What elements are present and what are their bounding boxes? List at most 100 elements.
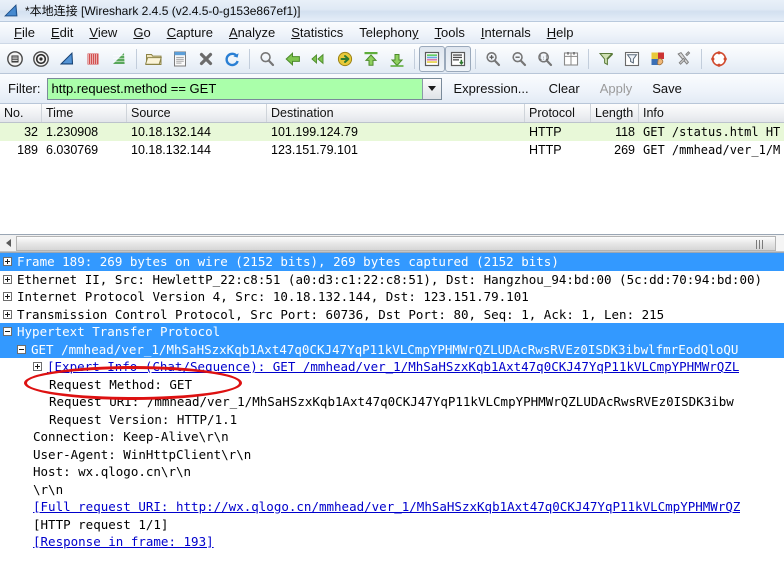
clear-filter-button[interactable]: Clear — [541, 78, 588, 99]
tree-row-frame[interactable]: Frame 189: 269 bytes on wire (2152 bits)… — [0, 253, 784, 271]
expand-toggle-icon[interactable] — [3, 274, 12, 284]
tree-row-label: [HTTP request 1/1] — [33, 516, 169, 532]
menu-view[interactable]: View — [81, 24, 125, 41]
save-filter-button[interactable]: Save — [644, 78, 690, 99]
toolbar-separator — [588, 48, 589, 69]
go-back-icon[interactable] — [280, 46, 306, 72]
go-forward-icon[interactable] — [306, 46, 332, 72]
toolbar-separator — [475, 48, 476, 69]
table-row[interactable]: 189 6.030769 10.18.132.144 123.151.79.10… — [0, 141, 784, 159]
expand-toggle-icon[interactable] — [3, 257, 12, 267]
menu-help-rest: elp — [556, 25, 574, 40]
tree-row-host-header[interactable]: Host: wx.qlogo.cn\r\n — [0, 463, 784, 481]
close-file-icon[interactable] — [193, 46, 219, 72]
menu-help[interactable]: Help — [539, 24, 582, 41]
go-to-packet-icon[interactable] — [332, 46, 358, 72]
menu-telephony-a: Telephon — [359, 25, 412, 40]
packet-list-body: 32 1.230908 10.18.132.144 101.199.124.79… — [0, 123, 784, 234]
help-icon[interactable] — [706, 46, 732, 72]
tree-row-ethernet[interactable]: Ethernet II, Src: HewlettP_22:c8:51 (a0:… — [0, 271, 784, 289]
menu-bar: File Edit View Go Capture Analyze Statis… — [0, 22, 784, 44]
window-title: *本地连接 [Wireshark 2.4.5 (v2.4.5-0-g153e86… — [25, 4, 301, 18]
menu-capture[interactable]: Capture — [159, 24, 221, 41]
menu-analyze[interactable]: Analyze — [221, 24, 283, 41]
scroll-left-button[interactable] — [0, 235, 16, 251]
packet-details-pane[interactable]: Frame 189: 269 bytes on wire (2152 bits)… — [0, 252, 784, 565]
go-to-last-icon[interactable] — [384, 46, 410, 72]
tree-row-response-in-frame[interactable]: [Response in frame: 193] — [0, 533, 784, 551]
tree-row-request-version[interactable]: Request Version: HTTP/1.1 — [0, 411, 784, 429]
zoom-out-icon[interactable] — [506, 46, 532, 72]
column-header-time[interactable]: Time — [42, 104, 127, 122]
interface-list-icon[interactable] — [2, 46, 28, 72]
scroll-track[interactable] — [16, 235, 784, 251]
menu-file[interactable]: File — [6, 24, 43, 41]
apply-filter-button[interactable]: Apply — [592, 78, 641, 99]
filter-bar: Filter: Expression... Clear Apply Save — [0, 74, 784, 104]
display-filter-combo[interactable] — [46, 77, 442, 100]
collapse-toggle-icon[interactable] — [17, 344, 26, 354]
packet-list-hscrollbar[interactable] — [0, 235, 784, 252]
tree-row-user-agent-header[interactable]: User-Agent: WinHttpClient\r\n — [0, 446, 784, 464]
find-packet-icon[interactable] — [254, 46, 280, 72]
chevron-down-icon — [427, 86, 436, 91]
zoom-reset-icon[interactable]: 1:1 — [532, 46, 558, 72]
tree-row-connection-header[interactable]: Connection: Keep-Alive\r\n — [0, 428, 784, 446]
stop-capture-icon[interactable] — [80, 46, 106, 72]
zoom-in-icon[interactable] — [480, 46, 506, 72]
column-header-source[interactable]: Source — [127, 104, 267, 122]
resize-columns-icon[interactable] — [558, 46, 584, 72]
menu-go-rest: o — [143, 25, 151, 40]
preferences-icon[interactable] — [671, 46, 697, 72]
save-file-icon[interactable] — [167, 46, 193, 72]
tree-row-request-line[interactable]: GET /mmhead/ver_1/MhSaHSzxKqb1Axt47q0CKJ… — [0, 340, 784, 358]
menu-statistics-rest: tatistics — [299, 25, 344, 40]
column-header-info[interactable]: Info — [639, 104, 784, 122]
collapse-toggle-icon[interactable] — [3, 327, 12, 337]
menu-internals[interactable]: Internals — [473, 24, 539, 41]
capture-options-icon[interactable] — [28, 46, 54, 72]
coloring-rules-icon[interactable] — [645, 46, 671, 72]
go-to-first-icon[interactable] — [358, 46, 384, 72]
table-row[interactable]: 32 1.230908 10.18.132.144 101.199.124.79… — [0, 123, 784, 141]
auto-scroll-icon[interactable] — [445, 45, 471, 72]
capture-filters-icon[interactable] — [593, 46, 619, 72]
tree-row-http-request-count[interactable]: [HTTP request 1/1] — [0, 516, 784, 534]
toolbar-separator — [249, 48, 250, 69]
packet-list-pane[interactable]: No. Time Source Destination Protocol Len… — [0, 104, 784, 235]
cell-protocol: HTTP — [529, 125, 562, 139]
colorize-packets-icon[interactable] — [419, 45, 445, 72]
tree-row-tcp[interactable]: Transmission Control Protocol, Src Port:… — [0, 306, 784, 324]
tree-row-http[interactable]: Hypertext Transfer Protocol — [0, 323, 784, 341]
menu-statistics[interactable]: Statistics — [283, 24, 351, 41]
expression-button[interactable]: Expression... — [446, 78, 537, 99]
column-header-no[interactable]: No. — [0, 104, 42, 122]
expand-toggle-icon[interactable] — [33, 362, 42, 372]
restart-capture-icon[interactable] — [106, 46, 132, 72]
tree-row-label: GET /mmhead/ver_1/MhSaHSzxKqb1Axt47q0CKJ… — [31, 341, 739, 357]
tree-row-expert-info[interactable]: [Expert Info (Chat/Sequence): GET /mmhea… — [0, 358, 784, 376]
column-header-length[interactable]: Length — [591, 104, 639, 122]
tree-row-request-method[interactable]: Request Method: GET — [0, 376, 784, 394]
menu-tools[interactable]: Tools — [427, 24, 473, 41]
display-filters-icon[interactable] — [619, 46, 645, 72]
column-header-protocol[interactable]: Protocol — [525, 104, 591, 122]
tree-row-header-terminator[interactable]: \r\n — [0, 481, 784, 499]
tree-row-ipv4[interactable]: Internet Protocol Version 4, Src: 10.18.… — [0, 288, 784, 306]
menu-edit[interactable]: Edit — [43, 24, 81, 41]
tree-row-label: Frame 189: 269 bytes on wire (2152 bits)… — [17, 254, 559, 269]
reload-file-icon[interactable] — [219, 46, 245, 72]
tree-row-full-request-uri[interactable]: [Full request URI: http://wx.qlogo.cn/mm… — [0, 498, 784, 516]
open-file-icon[interactable] — [141, 46, 167, 72]
scroll-thumb[interactable] — [16, 235, 777, 251]
menu-view-rest: iew — [97, 25, 118, 40]
filter-dropdown-button[interactable] — [421, 78, 441, 99]
menu-go[interactable]: Go — [125, 24, 158, 41]
filter-input[interactable] — [47, 77, 422, 100]
expand-toggle-icon[interactable] — [3, 309, 12, 319]
menu-telephony[interactable]: Telephony — [351, 24, 426, 41]
expand-toggle-icon[interactable] — [3, 292, 12, 302]
column-header-destination[interactable]: Destination — [267, 104, 525, 122]
tree-row-request-uri[interactable]: Request URI: /mmhead/ver_1/MhSaHSzxKqb1A… — [0, 393, 784, 411]
start-capture-icon[interactable] — [54, 46, 80, 72]
